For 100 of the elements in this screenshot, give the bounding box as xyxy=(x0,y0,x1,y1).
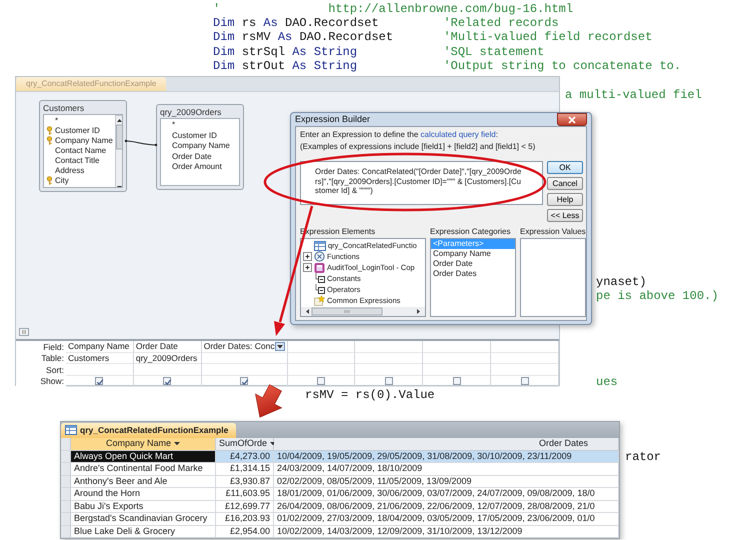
dialog-button[interactable]: << Less xyxy=(547,209,583,222)
list-item[interactable]: Order Dates xyxy=(431,269,515,280)
table-cell: 24/03/2009, 14/07/2009, 18/10/2009 xyxy=(274,463,619,476)
table-row[interactable]: Anthony's Beer and Ale £3,930.87 02/02/2009, 08/05/2009, 11/05/2009, 13/09/2009 xyxy=(61,476,619,488)
table-row[interactable]: Babu Ji's Exports £12,699.77 26/04/2009, 08/06/2009, 21/06/2009, 22/06/2009, 12/07/2009, 28/08/2009, 21/0 xyxy=(61,500,619,513)
show-checkbox[interactable] xyxy=(520,376,529,385)
prompt-text: Enter an Expression to define the calculated query field: xyxy=(300,130,499,140)
dialog-button[interactable]: Cancel xyxy=(547,177,583,190)
table-row[interactable]: Andre's Continental Food Marke £1,314.15 24/03/2009, 14/07/2009, 18/10/2009 xyxy=(61,463,619,476)
grid-cell[interactable] xyxy=(134,376,202,387)
show-checkbox[interactable] xyxy=(240,376,248,385)
grid-cell[interactable] xyxy=(202,376,288,387)
grid-cell[interactable] xyxy=(355,352,424,364)
grid-cell[interactable] xyxy=(355,376,424,387)
table-field-list[interactable]: qry_2009Orders * Customer ID Company Name Order Date Order Amount xyxy=(156,104,244,190)
scroll-grip-icon[interactable] xyxy=(19,328,29,336)
dialog-button[interactable]: Help xyxy=(547,193,583,206)
field-name[interactable]: Contact Title xyxy=(55,156,100,166)
grid-cell[interactable] xyxy=(355,341,424,352)
column-header[interactable]: Company Name xyxy=(71,438,216,450)
list-item[interactable]: Company Name xyxy=(431,249,515,260)
dropdown-button[interactable] xyxy=(274,342,285,351)
grid-cell[interactable] xyxy=(202,364,288,376)
column-header[interactable]: SumOfOrde xyxy=(216,438,274,450)
expand-icon[interactable] xyxy=(303,252,312,262)
datasheet-tab[interactable]: qry_ConcatRelatedFunctionExample xyxy=(61,423,236,438)
grid-cell[interactable] xyxy=(288,341,356,352)
row-selector[interactable] xyxy=(61,488,71,500)
show-checkbox[interactable] xyxy=(452,376,461,385)
grid-cell[interactable] xyxy=(423,352,492,364)
show-checkbox[interactable] xyxy=(384,376,393,385)
grid-cell[interactable] xyxy=(491,341,559,352)
table-field-list[interactable]: Customers * Customer ID Company Name Contact Name Contact Title Address City xyxy=(39,100,127,192)
table-title: qry_2009Orders xyxy=(160,106,222,117)
calculated-field-link[interactable]: calculated query field xyxy=(420,130,496,139)
table-title: Customers xyxy=(43,102,86,113)
table-row[interactable]: Blue Lake Deli & Grocery £2,954.00 10/02/2009, 14/03/2009, 12/09/2009, 31/10/2009, 13/12/2009 xyxy=(61,526,619,538)
field-name[interactable]: Customer ID xyxy=(172,130,217,140)
field-name[interactable]: * xyxy=(172,120,176,130)
field-name[interactable]: Company Name xyxy=(172,141,230,151)
column-header[interactable]: Order Dates xyxy=(274,438,619,450)
grid-cell[interactable] xyxy=(423,364,492,376)
grid-cell[interactable] xyxy=(423,376,492,387)
dialog-button[interactable]: OK xyxy=(547,161,583,174)
close-button[interactable] xyxy=(557,113,587,126)
grid-cell[interactable] xyxy=(288,364,356,376)
grid-cell[interactable]: Order Date xyxy=(134,341,202,352)
show-checkbox[interactable] xyxy=(317,376,325,385)
field-name[interactable]: Contact Name xyxy=(55,146,106,156)
grid-cell[interactable] xyxy=(288,376,356,387)
list-box[interactable]: <Parameters> Company Name Order Date Order Dates xyxy=(430,238,516,318)
database-icon xyxy=(314,262,325,274)
field-name[interactable]: * xyxy=(55,116,58,126)
show-checkbox[interactable] xyxy=(95,376,104,385)
row-label: Table: xyxy=(41,353,64,364)
row-selector[interactable] xyxy=(61,476,71,488)
field-name[interactable]: Order Date xyxy=(172,152,212,162)
list-item[interactable]: Order Date xyxy=(431,259,515,270)
grid-cell[interactable] xyxy=(491,376,559,387)
select-all-corner[interactable] xyxy=(61,438,71,450)
list-box[interactable] xyxy=(520,238,586,318)
grid-cell[interactable]: qry_2009Orders xyxy=(134,352,202,364)
table-cell: Always Open Quick Mart xyxy=(71,450,216,463)
show-checkbox[interactable] xyxy=(163,376,172,385)
grid-cell[interactable] xyxy=(66,376,134,387)
code-comment: http://allenbrowne.com/bug-16.html xyxy=(328,2,574,16)
table-row[interactable]: Around the Horn £11,603.95 18/01/2009, 01/06/2009, 30/06/2009, 03/07/2009, 24/07/2009, 09/08/2009, 18/0 xyxy=(61,488,619,500)
grid-cell[interactable] xyxy=(491,364,559,376)
expand-icon[interactable] xyxy=(303,263,312,272)
field-text[interactable]: Order Dates: Conc xyxy=(204,341,275,352)
field-name[interactable]: Company Name xyxy=(55,136,113,146)
vertical-scrollbar[interactable] xyxy=(114,114,122,187)
row-selector[interactable] xyxy=(61,463,71,476)
table-row[interactable]: Always Open Quick Mart £4,273.00 10/04/2009, 19/05/2009, 29/05/2009, 31/08/2009, 30/10/2009, 23/11/2009 xyxy=(61,450,619,463)
horizontal-scrollbar[interactable] xyxy=(301,307,425,316)
grid-cell[interactable] xyxy=(288,352,356,364)
row-selector[interactable] xyxy=(61,450,71,463)
grid-cell[interactable]: Customers xyxy=(66,352,134,364)
grid-cell[interactable] xyxy=(202,352,288,364)
row-selector[interactable] xyxy=(61,500,71,513)
field-name[interactable]: Order Amount xyxy=(172,162,222,172)
grid-cell[interactable]: Order Dates: Conc xyxy=(202,341,288,352)
code-statement: Dim strOut As String xyxy=(213,58,358,74)
table-cell: 26/04/2009, 08/06/2009, 21/06/2009, 22/06/2009, 12/07/2009, 28/08/2009, 21/0 xyxy=(274,500,619,513)
row-selector[interactable] xyxy=(61,513,71,526)
row-selector[interactable] xyxy=(61,526,71,538)
table-row[interactable]: Bergstad's Scandinavian Grocery £16,203.93 01/02/2009, 27/03/2009, 18/04/2009, 03/05/2009, 17/05/2009, 23/06/2009, 01/0 xyxy=(61,513,619,526)
close-icon xyxy=(567,116,577,124)
field-name[interactable]: Address xyxy=(55,166,84,176)
grid-cell[interactable] xyxy=(355,364,424,376)
grid-icon xyxy=(65,424,77,436)
grid-cell[interactable] xyxy=(491,352,559,364)
grid-cell[interactable]: Company Name xyxy=(66,341,134,352)
table-cell: Anthony's Beer and Ale xyxy=(71,476,216,488)
grid-cell[interactable] xyxy=(134,364,202,376)
grid-cell[interactable] xyxy=(423,341,492,352)
code-statement: Dim rsMV As DAO.Recordset xyxy=(213,30,394,45)
field-name[interactable]: City xyxy=(55,176,69,186)
field-name[interactable]: Customer ID xyxy=(55,126,100,136)
grid-cell[interactable] xyxy=(66,364,134,376)
